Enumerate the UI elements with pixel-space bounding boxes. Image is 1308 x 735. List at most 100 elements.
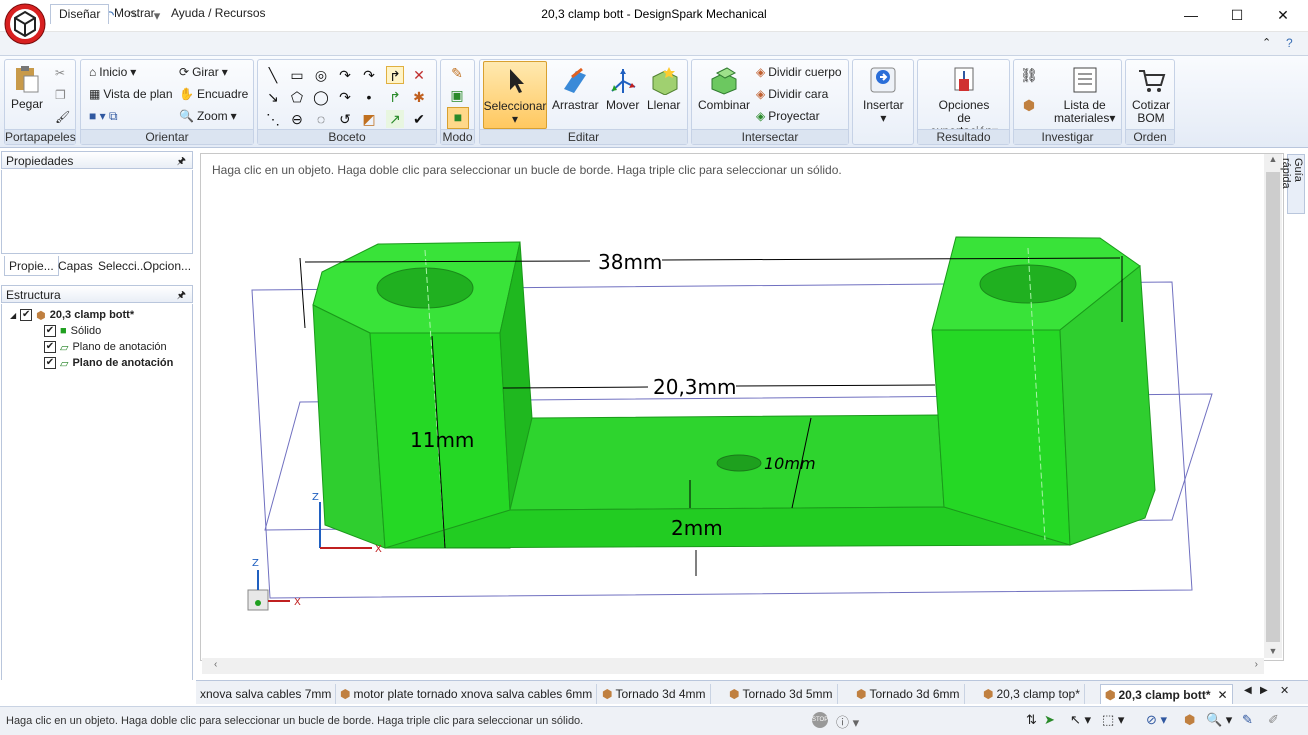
cut-icon[interactable]: ✂: [55, 66, 65, 80]
tab-disenar[interactable]: Diseñar: [50, 4, 110, 24]
girar-button[interactable]: ⟳ Girar ▾: [179, 65, 228, 79]
doc-tab[interactable]: ⬢ Tornado 3d 4mm: [598, 684, 711, 704]
tab-ayuda[interactable]: Ayuda / Recursos: [163, 4, 274, 24]
tab-scroll-right-icon[interactable]: ▶: [1260, 685, 1268, 696]
3d-mode-icon[interactable]: ■: [447, 107, 469, 129]
section-mode-icon[interactable]: ▣: [448, 86, 466, 104]
scroll-left-icon[interactable]: ‹: [214, 659, 217, 670]
zoom-status-icon[interactable]: 🔍 ▾: [1206, 712, 1232, 728]
cursor-tool-icon[interactable]: ↖ ▾: [1070, 712, 1091, 728]
mover-button[interactable]: Mover: [606, 65, 639, 112]
offset-icon[interactable]: ◩: [360, 110, 378, 128]
fillet-icon[interactable]: ↱: [386, 88, 404, 106]
insertar-button[interactable]: Insertar ▾: [863, 65, 904, 125]
arrastrar-button[interactable]: Arrastrar: [552, 65, 599, 112]
view-style-icon[interactable]: ⊘ ▾: [1146, 712, 1167, 728]
trim-icon[interactable]: ✕: [410, 66, 428, 84]
help-icon[interactable]: ?: [1286, 36, 1293, 50]
tab-capas[interactable]: Capas: [54, 256, 97, 276]
construction-line-icon[interactable]: ⋱: [264, 110, 282, 128]
lista-materiales-button[interactable]: Lista de materiales▾: [1054, 65, 1115, 125]
doc-tab[interactable]: ⬢ Tornado 3d 6mm: [852, 684, 965, 704]
pin-icon[interactable]: 🖈: [177, 154, 186, 171]
pointer-tool-icon[interactable]: ➤: [1044, 712, 1055, 728]
seleccionar-button[interactable]: Seleccionar ▾: [483, 61, 547, 129]
doc-tab-active[interactable]: ⬢ 20,3 clamp bott* ✕: [1100, 684, 1233, 704]
polygon-icon[interactable]: ⬠: [288, 88, 306, 106]
collapse-icon[interactable]: ◢: [10, 311, 16, 320]
pegar-button[interactable]: Pegar: [11, 64, 43, 111]
scroll-down-icon[interactable]: ▼: [1264, 646, 1282, 656]
inicio-button[interactable]: ⌂ Inicio ▾: [89, 65, 136, 79]
edit-status-icon[interactable]: ✐: [1268, 712, 1279, 728]
point-icon[interactable]: •: [360, 88, 378, 106]
info-icon[interactable]: ⓘ ▾: [836, 712, 859, 731]
combinar-button[interactable]: Combinar: [698, 65, 750, 112]
llenar-button[interactable]: Llenar: [647, 65, 680, 112]
scroll-thumb[interactable]: [1266, 172, 1280, 642]
move-sketch-icon[interactable]: ↗: [386, 110, 404, 128]
model-drawing[interactable]: 38mm 20,3mm 11mm 10mm 2mm Z X Z X: [200, 153, 1284, 661]
tab-opciones[interactable]: Opcion...: [139, 256, 195, 276]
extend-icon[interactable]: ✱: [410, 88, 428, 106]
checkbox[interactable]: ✔: [44, 341, 56, 353]
opciones-exportacion-button[interactable]: Opcionesde exportación▾: [924, 65, 1004, 138]
sketch-mode-icon[interactable]: ✎: [448, 64, 466, 82]
copy-icon[interactable]: ❐: [55, 88, 66, 102]
checkbox[interactable]: ✔: [44, 325, 56, 337]
vertical-scrollbar[interactable]: ▲ ▼: [1264, 154, 1282, 658]
proyectar-button[interactable]: ◈ Proyectar: [756, 109, 820, 123]
guia-rapida-tab[interactable]: Guía rápida: [1280, 154, 1305, 214]
tree-item-plano-2[interactable]: ✔ ▱ Plano de anotación: [44, 355, 173, 371]
sketch-arc-icon[interactable]: ↷: [360, 66, 378, 84]
material-icon[interactable]: ⬢: [1020, 96, 1038, 114]
tree-root[interactable]: ◢ ✔ ⬢ 20,3 clamp bott*: [10, 307, 134, 323]
tab-mostrar[interactable]: Mostrar: [106, 4, 163, 24]
close-tab-icon[interactable]: ✕: [1218, 688, 1228, 702]
dividir-cuerpo-button[interactable]: ◈ Dividir cuerpo: [756, 65, 842, 79]
close-button[interactable]: ✕: [1260, 0, 1306, 30]
horizontal-scrollbar[interactable]: ‹ ›: [202, 658, 1264, 674]
box-select-icon[interactable]: ⬚ ▾: [1102, 712, 1124, 728]
ellipse-icon[interactable]: ◯: [312, 88, 330, 106]
vista-plan-button[interactable]: ▦ Vista de plan: [89, 87, 173, 101]
checkbox[interactable]: ✔: [44, 357, 56, 369]
line-icon[interactable]: ╲: [264, 66, 282, 84]
pin-icon[interactable]: 🖈: [177, 288, 186, 305]
scroll-right-icon[interactable]: ›: [1255, 659, 1258, 670]
encuadre-button[interactable]: ✋ Encuadre: [179, 87, 248, 101]
tab-close-all-icon[interactable]: ✕: [1280, 684, 1289, 697]
tree-item-plano-1[interactable]: ✔ ▱ Plano de anotación: [44, 339, 167, 355]
doc-tab[interactable]: ⬢ motor plate tornado xnova salva cables …: [336, 684, 598, 704]
maximize-button[interactable]: ☐: [1214, 0, 1260, 30]
doc-tab[interactable]: ⬢ 20,3 clamp top*: [979, 684, 1085, 704]
rectangle-icon[interactable]: ▭: [288, 66, 306, 84]
dividir-cara-button[interactable]: ◈ Dividir cara: [756, 87, 828, 101]
cotizar-bom-button[interactable]: Cotizar BOM: [1130, 65, 1172, 125]
zoom-button[interactable]: 🔍 Zoom ▾: [179, 109, 237, 123]
circle-icon[interactable]: ◎: [312, 66, 330, 84]
three-point-arc-icon[interactable]: ↷: [336, 88, 354, 106]
measure-icon[interactable]: ⛓: [1020, 66, 1038, 84]
collapse-ribbon-icon[interactable]: ⌃: [1262, 36, 1271, 49]
format-painter-icon[interactable]: 🖌: [55, 110, 70, 124]
tab-propiedades[interactable]: Propie...: [4, 256, 59, 276]
appearance-icon[interactable]: ⬢: [1184, 712, 1195, 728]
three-point-circle-icon[interactable]: ◌: [312, 110, 330, 128]
bend-icon[interactable]: ✔: [410, 110, 428, 128]
select-mode-icon[interactable]: ⇅: [1026, 712, 1037, 728]
slot-icon[interactable]: ⊖: [288, 110, 306, 128]
sketch-status-icon[interactable]: ✎: [1242, 712, 1253, 728]
minimize-button[interactable]: —: [1168, 0, 1214, 30]
doc-tab[interactable]: xnova salva cables 7mm: [196, 684, 337, 704]
arc-icon[interactable]: ↷: [336, 66, 354, 84]
tangent-line-icon[interactable]: ↘: [264, 88, 282, 106]
tree-item-solido[interactable]: ✔ ■ Sólido: [44, 323, 101, 339]
view-cube-icon[interactable]: ■ ▾ ⧉: [89, 109, 118, 124]
sweep-arc-icon[interactable]: ↺: [336, 110, 354, 128]
spline-icon[interactable]: ↱: [386, 66, 404, 84]
checkbox[interactable]: ✔: [20, 309, 33, 321]
doc-tab[interactable]: ⬢ Tornado 3d 5mm: [725, 684, 838, 704]
app-logo-icon[interactable]: [4, 3, 46, 45]
stop-icon[interactable]: STOP: [812, 712, 828, 728]
